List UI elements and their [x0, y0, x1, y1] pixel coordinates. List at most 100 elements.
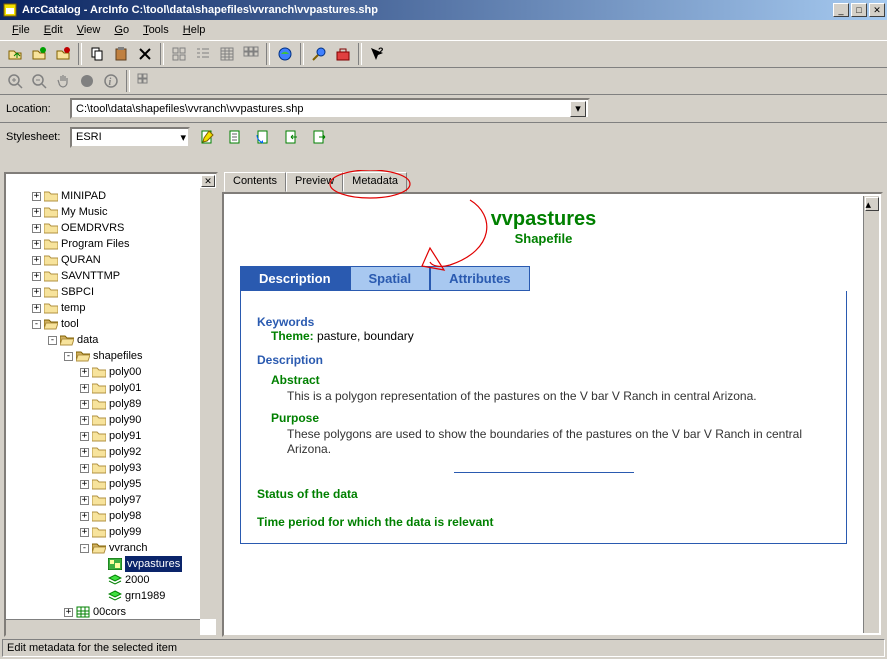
tree-vertical-scrollbar[interactable] [200, 188, 216, 619]
tree-item[interactable]: +poly01 [8, 380, 214, 396]
tab-metadata[interactable]: Metadata [343, 172, 407, 192]
paste-button[interactable] [110, 43, 132, 65]
tree-item[interactable]: +poly91 [8, 428, 214, 444]
tree-item[interactable]: +OEMDRVRS [8, 220, 214, 236]
menu-view[interactable]: View [71, 22, 107, 38]
expand-toggle[interactable]: + [32, 208, 41, 217]
edit-metadata-button[interactable] [196, 126, 218, 148]
expand-toggle[interactable]: + [80, 400, 89, 409]
tree-item[interactable]: +MINIPAD [8, 188, 214, 204]
delete-button[interactable] [134, 43, 156, 65]
tree-item[interactable]: -data [8, 332, 214, 348]
zoom-in-button[interactable] [4, 70, 26, 92]
thumbnails-button[interactable] [240, 43, 262, 65]
tree-item[interactable]: -vvranch [8, 540, 214, 556]
menu-go[interactable]: Go [108, 22, 135, 38]
panel-close-button[interactable]: ✕ [201, 175, 215, 187]
search-button[interactable] [308, 43, 330, 65]
tree-item[interactable]: +poly00 [8, 364, 214, 380]
tree-item[interactable]: +poly93 [8, 460, 214, 476]
zoom-out-button[interactable] [28, 70, 50, 92]
create-metadata-button[interactable] [252, 126, 274, 148]
expand-toggle[interactable]: + [32, 224, 41, 233]
tree-item[interactable]: +Program Files [8, 236, 214, 252]
expand-toggle[interactable]: + [32, 272, 41, 281]
expand-toggle[interactable]: + [80, 448, 89, 457]
tree-item[interactable]: +temp [8, 300, 214, 316]
maximize-button[interactable]: □ [851, 3, 867, 17]
create-thumbnail-button[interactable] [134, 70, 156, 92]
meta-tab-attributes[interactable]: Attributes [430, 266, 529, 291]
tree-item[interactable]: +poly95 [8, 476, 214, 492]
close-button[interactable]: ✕ [869, 3, 885, 17]
scroll-up-icon[interactable]: ▴ [865, 197, 879, 211]
expand-toggle[interactable]: + [80, 512, 89, 521]
expand-toggle[interactable]: + [80, 384, 89, 393]
metadata-properties-button[interactable] [224, 126, 246, 148]
launch-arcmap-button[interactable] [274, 43, 296, 65]
menu-tools[interactable]: Tools [137, 22, 175, 38]
expand-toggle[interactable]: + [80, 368, 89, 377]
list-view-button[interactable] [192, 43, 214, 65]
dropdown-icon[interactable]: ▾ [180, 131, 186, 144]
menu-file[interactable]: File [6, 22, 36, 38]
expand-toggle[interactable]: - [48, 336, 57, 345]
expand-toggle[interactable]: + [80, 464, 89, 473]
expand-toggle[interactable]: + [32, 240, 41, 249]
copy-button[interactable] [86, 43, 108, 65]
tab-contents[interactable]: Contents [224, 172, 286, 192]
import-metadata-button[interactable] [280, 126, 302, 148]
expand-toggle[interactable]: + [80, 528, 89, 537]
up-folder-button[interactable] [4, 43, 26, 65]
tree-item[interactable]: +QURAN [8, 252, 214, 268]
connect-folder-button[interactable] [28, 43, 50, 65]
catalog-tree[interactable]: +MINIPAD+My Music+OEMDRVRS+Program Files… [6, 174, 216, 635]
identify-button[interactable]: i [100, 70, 122, 92]
tree-item[interactable]: +SAVNTTMP [8, 268, 214, 284]
expand-toggle[interactable]: + [32, 256, 41, 265]
tree-horizontal-scrollbar[interactable] [6, 619, 200, 635]
menu-help[interactable]: Help [177, 22, 212, 38]
menu-edit[interactable]: Edit [38, 22, 69, 38]
full-extent-button[interactable] [76, 70, 98, 92]
expand-toggle[interactable]: + [80, 496, 89, 505]
dropdown-icon[interactable]: ▾ [570, 101, 586, 117]
meta-tab-spatial[interactable]: Spatial [350, 266, 431, 291]
tree-item[interactable]: +poly89 [8, 396, 214, 412]
tree-item[interactable]: +SBPCI [8, 284, 214, 300]
doc-vertical-scrollbar[interactable]: ▴ [863, 196, 879, 633]
tree-item[interactable]: +poly99 [8, 524, 214, 540]
expand-toggle[interactable]: - [80, 544, 89, 553]
tree-item[interactable]: -tool [8, 316, 214, 332]
export-metadata-button[interactable] [308, 126, 330, 148]
whats-this-button[interactable]: ? [366, 43, 388, 65]
tree-item[interactable]: vvpastures [8, 556, 214, 572]
tree-item[interactable]: -shapefiles [8, 348, 214, 364]
disconnect-folder-button[interactable] [52, 43, 74, 65]
expand-toggle[interactable]: + [80, 416, 89, 425]
meta-tab-description[interactable]: Description [240, 266, 350, 291]
expand-toggle[interactable]: + [80, 432, 89, 441]
expand-toggle[interactable]: + [32, 192, 41, 201]
tree-item[interactable]: +poly92 [8, 444, 214, 460]
minimize-button[interactable]: _ [833, 3, 849, 17]
pan-button[interactable] [52, 70, 74, 92]
expand-toggle[interactable]: + [32, 288, 41, 297]
expand-toggle[interactable]: + [32, 304, 41, 313]
tree-item[interactable]: +poly98 [8, 508, 214, 524]
tree-item[interactable]: +poly97 [8, 492, 214, 508]
details-view-button[interactable] [216, 43, 238, 65]
expand-toggle[interactable]: + [64, 608, 73, 617]
tree-item[interactable]: 2000 [8, 572, 214, 588]
expand-toggle[interactable]: - [32, 320, 41, 329]
large-icons-button[interactable] [168, 43, 190, 65]
tree-item[interactable]: grn1989 [8, 588, 214, 604]
tree-item[interactable]: +poly90 [8, 412, 214, 428]
toolbox-button[interactable] [332, 43, 354, 65]
tree-item[interactable]: +My Music [8, 204, 214, 220]
expand-toggle[interactable]: - [64, 352, 73, 361]
tab-preview[interactable]: Preview [286, 172, 343, 192]
stylesheet-combo[interactable]: ESRI ▾ [70, 127, 190, 148]
location-combo[interactable]: C:\tool\data\shapefiles\vvranch\vvpastur… [70, 98, 590, 119]
expand-toggle[interactable]: + [80, 480, 89, 489]
